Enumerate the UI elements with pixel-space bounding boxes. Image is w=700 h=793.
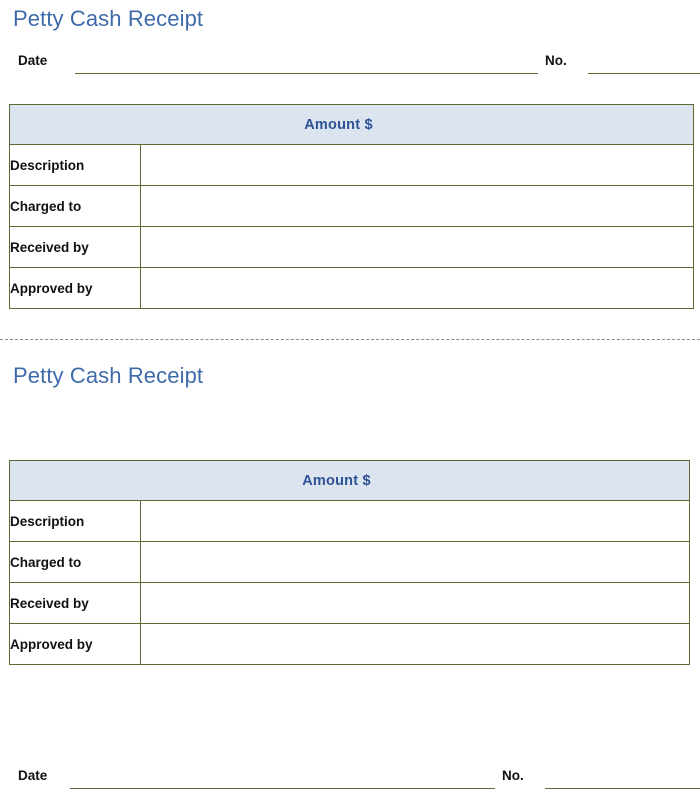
row-label-approved-by: Approved by xyxy=(9,267,141,309)
date-label: Date xyxy=(18,53,48,68)
row-value-description[interactable] xyxy=(140,144,694,186)
number-label-2: No. xyxy=(502,768,524,783)
table-row: Charged to xyxy=(9,541,690,583)
number-input-rule[interactable] xyxy=(588,73,700,74)
row-label-description-2: Description xyxy=(9,500,141,542)
row-value-description-2[interactable] xyxy=(140,500,690,542)
row-label-charged-to-2: Charged to xyxy=(9,541,141,583)
row-value-received-by[interactable] xyxy=(140,226,694,268)
row-label-charged-to: Charged to xyxy=(9,185,141,227)
receipt-meta-row-1: Date No. xyxy=(0,52,700,78)
row-value-approved-by-2[interactable] xyxy=(140,623,690,665)
table-header-row: Amount $ xyxy=(9,104,694,145)
row-value-approved-by[interactable] xyxy=(140,267,694,309)
date-input-rule[interactable] xyxy=(75,73,538,74)
row-label-received-by: Received by xyxy=(9,226,141,268)
receipt-meta-row-2: Date No. xyxy=(0,767,700,793)
row-label-approved-by-2: Approved by xyxy=(9,623,141,665)
table-row: Received by xyxy=(9,582,690,624)
row-value-received-by-2[interactable] xyxy=(140,582,690,624)
table-row: Approved by xyxy=(9,623,690,665)
row-label-received-by-2: Received by xyxy=(9,582,141,624)
receipt-table-1: Amount $ Description Charged to Received… xyxy=(9,104,694,309)
amount-header-label: Amount $ xyxy=(304,116,373,133)
table-row: Received by xyxy=(9,226,694,268)
number-label: No. xyxy=(545,53,567,68)
receipt-table-2: Amount $ Description Charged to Received… xyxy=(9,460,690,665)
table-row: Approved by xyxy=(9,267,694,309)
date-label-2: Date xyxy=(18,768,48,783)
row-label-description: Description xyxy=(9,144,141,186)
row-value-charged-to-2[interactable] xyxy=(140,541,690,583)
cut-line-separator xyxy=(0,339,700,340)
table-header-row: Amount $ xyxy=(9,460,690,501)
row-value-charged-to[interactable] xyxy=(140,185,694,227)
number-input-rule-2[interactable] xyxy=(545,788,700,789)
amount-header-label-2: Amount $ xyxy=(302,472,371,489)
table-row: Description xyxy=(9,144,694,186)
date-input-rule-2[interactable] xyxy=(70,788,495,789)
table-row: Charged to xyxy=(9,185,694,227)
amount-header-cell-2: Amount $ xyxy=(9,460,690,501)
page-title: Petty Cash Receipt xyxy=(13,6,204,31)
page-title-2: Petty Cash Receipt xyxy=(13,363,204,388)
table-row: Description xyxy=(9,500,690,542)
amount-header-cell: Amount $ xyxy=(9,104,694,145)
